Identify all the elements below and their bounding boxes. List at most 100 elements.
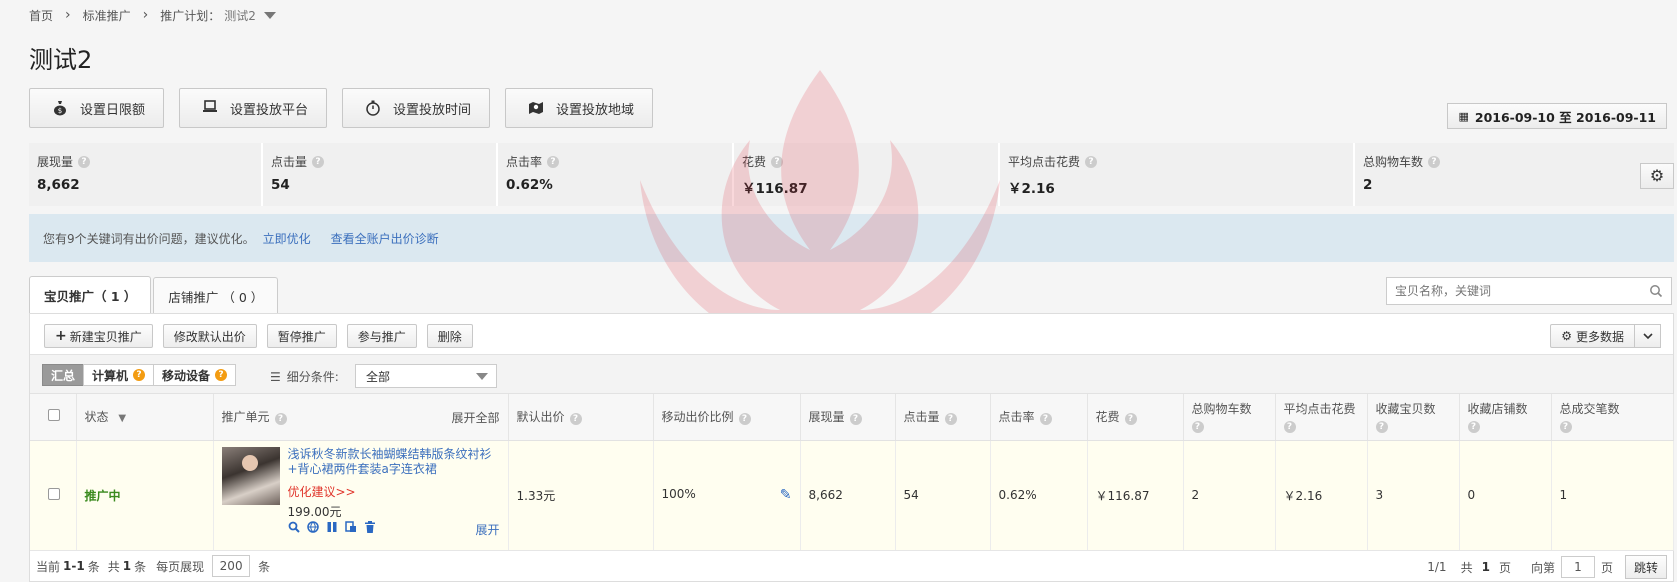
header-default-bid[interactable]: 默认出价? [508,394,654,441]
condition-select[interactable]: 全部 [355,364,497,388]
header-orders-label: 总成交笔数 [1559,402,1620,417]
per-page-input[interactable]: 200 [212,555,251,577]
segment-mobile[interactable]: 移动设备? [153,364,237,386]
header-ctr-label: 点击率 [998,410,1035,425]
help-icon[interactable]: ? [1375,421,1388,434]
help-icon[interactable]: ? [215,369,228,381]
row-checkbox[interactable] [48,487,60,500]
stat-cost: 花费? ￥116.87 [734,143,1000,206]
trash-icon[interactable] [364,521,377,534]
delete-button[interactable]: 删除 [426,324,473,348]
set-daily-limit-button[interactable]: $ 设置日限额 [29,88,165,128]
set-platform-button[interactable]: 设置投放平台 [179,88,328,128]
header-mobile-ratio[interactable]: 移动出价比例? [653,394,801,441]
promotion-table: 状态 ▼ 推广单元? 展开全部 默认出价? 移动出价比例? 展现量? 点击量? … [30,394,1674,551]
help-icon[interactable]: ? [133,369,146,381]
more-data-dropdown[interactable] [1635,324,1661,348]
row-expand-link[interactable]: 展开 [475,521,499,538]
segment-computer-label: 计算机 [92,368,129,383]
caret-down-icon [476,373,488,380]
edit-default-bid-button[interactable]: 修改默认出价 [162,324,257,348]
set-region-button[interactable]: 设置投放地域 [505,88,654,128]
plan-actions: $ 设置日限额 设置投放平台 设置投放时间 设置投放地域 [29,88,654,128]
header-fav-shop[interactable]: 收藏店铺数? [1459,394,1552,441]
bid-diagnosis-link[interactable]: 查看全账户出价诊断 [331,230,439,247]
help-icon[interactable]: ? [312,155,325,168]
header-clicks[interactable]: 点击量? [895,394,991,441]
stats-settings-button[interactable]: ⚙ [1640,163,1674,189]
set-platform-label: 设置投放平台 [230,102,309,118]
help-icon[interactable]: ? [1283,421,1296,434]
pause-icon[interactable] [326,521,339,534]
header-orders[interactable]: 总成交笔数? [1551,394,1674,441]
caret-down-icon[interactable] [263,11,276,19]
condition-label: ☰ 细分条件: [270,368,339,385]
goto-page-input[interactable]: 1 [1560,556,1595,578]
stat-label: 点击率 [506,155,543,169]
header-fav-items-label: 收藏宝贝数 [1375,402,1436,417]
tab-shop-promotion[interactable]: 店铺推广 （ 0 ） [153,277,279,314]
help-icon[interactable]: ? [78,155,91,168]
edit-pencil-icon[interactable]: ✎ [780,487,792,503]
breadcrumb-home[interactable]: 首页 [29,7,53,24]
more-data-label: 更多数据 [1575,329,1624,344]
help-icon[interactable]: ? [1428,155,1441,168]
segment-computer[interactable]: 计算机? [83,364,155,386]
search-icon[interactable] [288,521,301,534]
new-item-promotion-button[interactable]: + 新建宝贝推广 [44,324,153,348]
header-select-all [30,394,77,441]
table-header-row: 状态 ▼ 推广单元? 展开全部 默认出价? 移动出价比例? 展现量? 点击量? … [30,394,1674,441]
product-thumbnail[interactable] [221,447,280,505]
header-cost[interactable]: 花费? [1087,394,1184,441]
optimize-suggestion-link[interactable]: 优化建议>> [288,483,356,500]
header-ctr[interactable]: 点击率? [990,394,1088,441]
map-marker-icon [528,100,544,116]
pause-promotion-button[interactable]: 暂停推广 [266,324,337,348]
header-status[interactable]: 状态 ▼ [76,394,214,441]
header-fav-items[interactable]: 收藏宝贝数? [1367,394,1460,441]
optimize-now-link[interactable]: 立即优化 [263,230,311,247]
help-icon[interactable]: ? [1191,421,1204,434]
help-icon[interactable]: ? [771,155,784,168]
help-icon[interactable]: ? [1124,413,1137,426]
header-impressions[interactable]: 展现量? [800,394,896,441]
help-icon[interactable]: ? [944,413,957,426]
help-icon[interactable]: ? [547,155,560,168]
search-input[interactable] [1395,284,1635,298]
search-icon[interactable] [1649,284,1663,298]
row-orders: 1 [1551,440,1674,551]
more-data-button[interactable]: ⚙ 更多数据 [1550,324,1635,348]
help-icon[interactable]: ? [1559,421,1572,434]
help-icon[interactable]: ? [1039,413,1052,426]
help-icon[interactable]: ? [1085,155,1098,168]
join-promotion-button[interactable]: 参与推广 [346,324,417,348]
goto-unit: 页 [1600,560,1613,575]
breadcrumb-plan-value[interactable]: 测试2 [224,7,256,24]
help-icon[interactable]: ? [569,413,582,426]
help-icon[interactable]: ? [274,413,287,426]
breadcrumb-section[interactable]: 标准推广 [83,7,131,24]
status-badge: 推广中 [84,488,121,503]
segment-summary[interactable]: 汇总 [42,364,85,386]
header-avg-cpc[interactable]: 平均点击花费? [1275,394,1368,441]
report-icon[interactable] [345,521,358,534]
set-time-button[interactable]: 设置投放时间 [342,88,491,128]
product-title-link[interactable]: 浅诉秋冬新款长袖蝴蝶结韩版条纹衬衫+背心裙两件套装a字连衣裙 [288,447,508,477]
expand-all-link[interactable]: 展开全部 [451,409,499,426]
help-icon[interactable]: ? [849,413,862,426]
globe-icon[interactable] [307,521,320,534]
tab-item-promotion[interactable]: 宝贝推广（ 1 ） [29,276,152,314]
select-all-checkbox[interactable] [48,409,60,422]
help-icon[interactable]: ? [738,413,751,426]
footer-total-pre: 共 [107,559,120,574]
goto-button[interactable]: 跳转 [1624,555,1667,579]
total-pages: 1 [1481,560,1490,574]
page: 首页 › 标准推广 › 推广计划： 测试2 测试2 $ 设置日限额 设置投放平台… [0,0,1677,582]
row-cost: ￥116.87 [1087,440,1184,551]
date-range-picker[interactable]: ▦ 2016-09-10 至 2016-09-11 [1447,103,1667,129]
product-price: 199.00元 [287,505,342,519]
row-fav-shop: 0 [1459,440,1552,551]
row-clicks: 54 [895,440,991,551]
help-icon[interactable]: ? [1467,421,1480,434]
header-cart[interactable]: 总购物车数? [1183,394,1276,441]
